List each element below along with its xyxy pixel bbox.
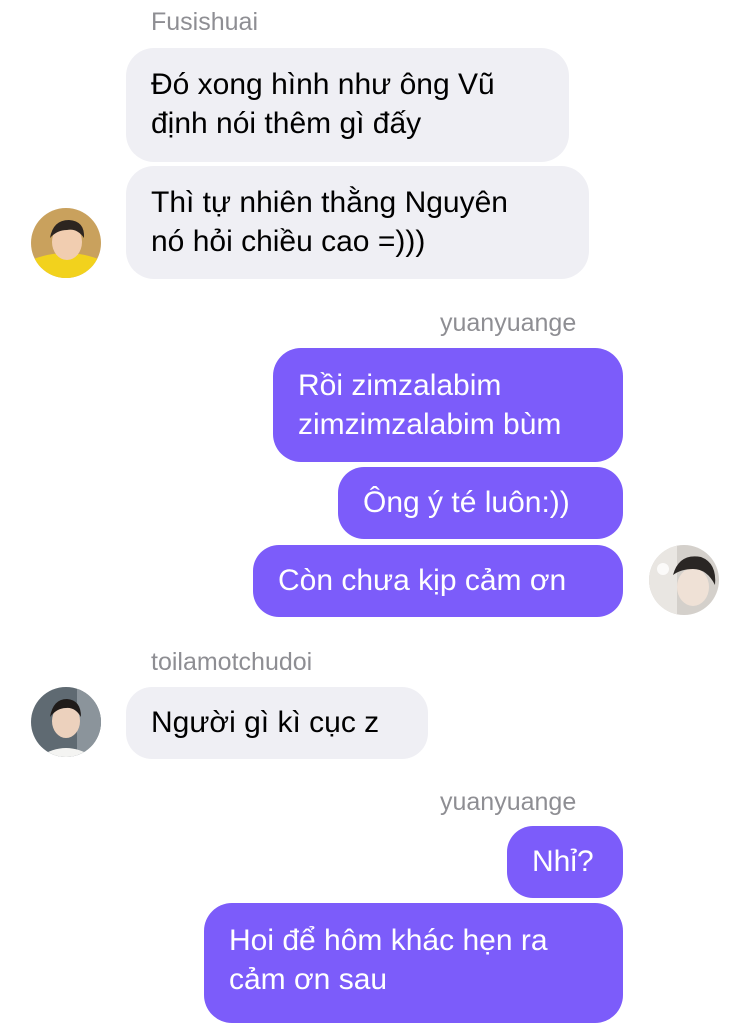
message-text: Còn chưa kịp cảm ơn [278,564,567,597]
sender-name: toilamotchudoi [151,648,313,676]
sender-name: Fusishuai [151,8,258,36]
message-text: Ông ý té luôn:)) [363,486,570,519]
message-text: Rồi zimzalabim [298,369,502,402]
message-text: nó hỏi chiều cao =))) [151,225,426,258]
message-text: Hoi để hôm khác hẹn ra [229,924,548,957]
avatar-photo-icon [31,208,101,278]
message-text: định nói thêm gì đấy [151,107,422,140]
sender-name: yuanyuange [440,309,577,337]
sender-name: yuanyuange [440,788,577,816]
message-text: cảm ơn sau [229,963,388,996]
avatar[interactable] [31,208,101,278]
message-text: Đó xong hình như ông Vũ [151,68,495,101]
message-bubble[interactable]: Rồi zimzalabim zimzimzalabim bùm [273,348,623,462]
avatar[interactable] [649,545,719,615]
avatar-photo-icon [31,687,101,757]
message-text: Nhỉ? [532,845,594,878]
message-bubble[interactable]: Nhỉ? [507,826,623,898]
message-bubble[interactable]: Ông ý té luôn:)) [338,467,623,539]
message-bubble[interactable]: Còn chưa kịp cảm ơn [253,545,623,617]
message-text: Người gì kì cục z [151,706,380,739]
message-bubble[interactable]: Thì tự nhiên thằng Nguyên nó hỏi chiều c… [126,166,589,279]
message-bubble[interactable]: Đó xong hình như ông Vũ định nói thêm gì… [126,48,569,162]
message-text: zimzimzalabim bùm [298,408,562,441]
message-text: Thì tự nhiên thằng Nguyên [151,186,508,219]
avatar[interactable] [31,687,101,757]
message-bubble[interactable]: Người gì kì cục z [126,687,428,759]
message-bubble[interactable]: Hoi để hôm khác hẹn ra cảm ơn sau [204,903,623,1023]
avatar-photo-icon [649,545,719,615]
